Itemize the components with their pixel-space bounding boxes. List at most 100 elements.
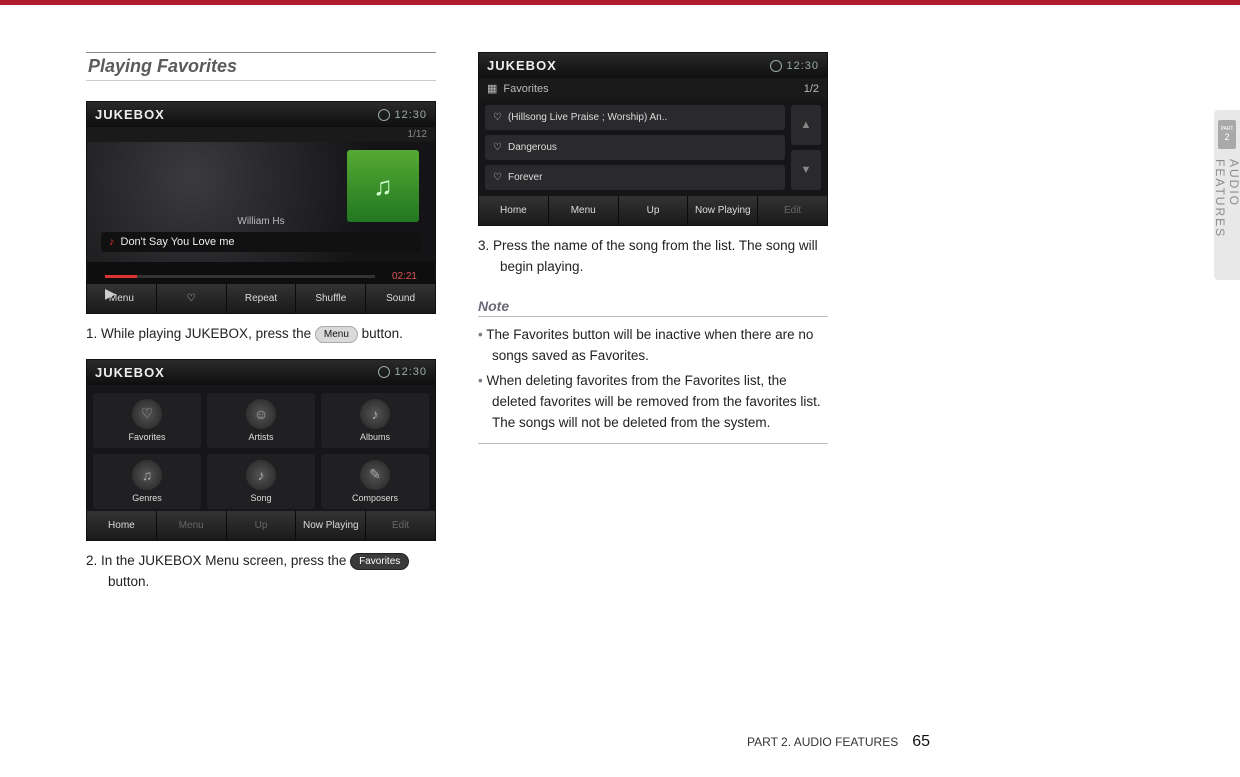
bottombar-home[interactable]: Home: [479, 196, 549, 225]
folder-icon: ▦: [487, 82, 497, 95]
grid-favorites[interactable]: ♡ Favorites: [93, 393, 201, 448]
ss-header: JUKEBOX 12:30: [87, 360, 435, 385]
breadcrumb-label: Favorites: [503, 83, 548, 95]
step-2: 2. In the JUKEBOX Menu screen, press the…: [86, 551, 436, 607]
grid-label: Genres: [132, 493, 162, 503]
right-column: JUKEBOX 12:30 ▦ Favorites 1/2 ♡ (Hillsong…: [478, 52, 828, 607]
music-note-icon: ♪: [109, 236, 115, 248]
section-title: Playing Favorites: [86, 52, 436, 81]
bottombar-repeat[interactable]: Repeat: [227, 284, 297, 313]
bottom-bar: Home Menu Up Now Playing Edit: [479, 196, 827, 225]
bottombar-up[interactable]: Up: [619, 196, 689, 225]
ss-page-index: 1/12: [87, 127, 435, 142]
scroll-up-button[interactable]: ▲: [791, 105, 821, 145]
bottombar-edit[interactable]: Edit: [366, 511, 435, 540]
grid-song[interactable]: ♪ Song: [207, 454, 315, 509]
side-tab-label: AUDIO FEATURES: [1213, 159, 1240, 280]
ss-clock: 12:30: [378, 109, 427, 121]
track-title: Don't Say You Love me: [121, 236, 235, 248]
note-heading: Note: [478, 298, 828, 317]
grid-artists[interactable]: ☺ Artists: [207, 393, 315, 448]
grid-albums[interactable]: ♪ Albums: [321, 393, 429, 448]
duration-label: 02:21: [392, 271, 417, 282]
ss-title: JUKEBOX: [487, 58, 557, 73]
heart-icon: ♡: [132, 399, 162, 429]
screenshot-favorites-list: JUKEBOX 12:30 ▦ Favorites 1/2 ♡ (Hillsong…: [478, 52, 828, 226]
ss-body: ♫ William Hs ♪ Don't Say You Love me: [87, 142, 435, 262]
note-icon: ♪: [360, 399, 390, 429]
bottombar-shuffle[interactable]: Shuffle: [296, 284, 366, 313]
screenshot-menu: JUKEBOX 12:30 ♡ Favorites ☺ Artists ♪ Album…: [86, 359, 436, 541]
bottombar-nowplaying[interactable]: Now Playing: [688, 196, 758, 225]
grid-genres[interactable]: ♫ Genres: [93, 454, 201, 509]
step-1-text-a: 1. While playing JUKEBOX, press the: [86, 326, 315, 341]
ss-clock: 12:30: [378, 366, 427, 378]
guitar-icon: ♫: [132, 460, 162, 490]
list-item[interactable]: ♡ Forever: [485, 165, 785, 190]
scroll-arrows: ▲ ▼: [791, 105, 821, 190]
inline-favorites-button: Favorites: [350, 553, 409, 570]
page-footer: PART 2. AUDIO FEATURES 65: [747, 733, 930, 751]
top-accent-bar: [0, 0, 1240, 5]
step-1-text-b: button.: [358, 326, 403, 341]
step-2-text-b: button.: [108, 574, 149, 589]
note-divider: [478, 443, 828, 444]
ss-title: JUKEBOX: [95, 107, 165, 122]
bottom-bar: Menu ♡ Repeat Shuffle Sound: [87, 284, 435, 313]
list-item-label: Forever: [508, 172, 542, 183]
ss-header: JUKEBOX 12:30: [87, 102, 435, 127]
bottombar-menu[interactable]: Menu: [549, 196, 619, 225]
list-item-label: Dangerous: [508, 142, 557, 153]
bottombar-edit[interactable]: Edit: [758, 196, 827, 225]
bottombar-favorite-icon[interactable]: ♡: [157, 284, 227, 313]
heart-icon: ♡: [493, 142, 502, 153]
scroll-down-button[interactable]: ▼: [791, 150, 821, 190]
heart-icon: ♡: [493, 112, 502, 123]
part-number: 2: [1224, 132, 1229, 142]
screenshot-nowplaying: JUKEBOX 12:30 1/12 ♫ William Hs ♪ Don't …: [86, 101, 436, 314]
inline-menu-button: Menu: [315, 326, 358, 343]
grid-label: Artists: [248, 432, 273, 442]
bottombar-menu[interactable]: Menu: [87, 284, 157, 313]
grid-label: Albums: [360, 432, 390, 442]
section-side-tab: PART 2 AUDIO FEATURES: [1214, 110, 1240, 280]
grid-label: Favorites: [128, 432, 165, 442]
bottom-bar: Home Menu Up Now Playing Edit: [87, 511, 435, 540]
breadcrumb: ▦ Favorites 1/2: [479, 78, 827, 99]
bottombar-menu[interactable]: Menu: [157, 511, 227, 540]
note-item: When deleting favorites from the Favorit…: [478, 371, 828, 434]
progress-bar[interactable]: [105, 275, 375, 278]
composer-icon: ✎: [360, 460, 390, 490]
step-2-text-a: 2. In the JUKEBOX Menu screen, press the: [86, 553, 350, 568]
step-3: 3. Press the name of the song from the l…: [478, 236, 828, 292]
grid-label: Composers: [352, 493, 398, 503]
part-badge: PART 2: [1218, 120, 1236, 149]
person-icon: ☺: [246, 399, 276, 429]
play-icon[interactable]: ▶: [105, 285, 116, 302]
artist-label: William Hs: [237, 216, 284, 227]
album-art: ♫: [347, 150, 419, 222]
bottombar-nowplaying[interactable]: Now Playing: [296, 511, 366, 540]
ss-title: JUKEBOX: [95, 365, 165, 380]
page-number: 65: [912, 733, 930, 751]
page-content: Playing Favorites JUKEBOX 12:30 1/12 ♫ W…: [86, 52, 930, 607]
list-item-label: (Hillsong Live Praise ; Worship) An..: [508, 112, 667, 123]
footer-label: PART 2. AUDIO FEATURES: [747, 735, 898, 749]
favorites-list: ♡ (Hillsong Live Praise ; Worship) An.. ♡…: [479, 99, 827, 196]
grid-composers[interactable]: ✎ Composers: [321, 454, 429, 509]
ss-clock: 12:30: [770, 60, 819, 72]
heart-icon: ♡: [493, 172, 502, 183]
track-title-row: ♪ Don't Say You Love me: [101, 232, 421, 252]
grid-label: Song: [250, 493, 271, 503]
song-icon: ♪: [246, 460, 276, 490]
list-item[interactable]: ♡ (Hillsong Live Praise ; Worship) An..: [485, 105, 785, 130]
step-1: 1. While playing JUKEBOX, press the Menu…: [86, 324, 436, 359]
note-item: The Favorites button will be inactive wh…: [478, 325, 828, 367]
bottombar-home[interactable]: Home: [87, 511, 157, 540]
list-item[interactable]: ♡ Dangerous: [485, 135, 785, 160]
bottombar-up[interactable]: Up: [227, 511, 297, 540]
ss-header: JUKEBOX 12:30: [479, 53, 827, 78]
left-column: Playing Favorites JUKEBOX 12:30 1/12 ♫ W…: [86, 52, 436, 607]
page-index: 1/2: [804, 83, 819, 95]
bottombar-sound[interactable]: Sound: [366, 284, 435, 313]
